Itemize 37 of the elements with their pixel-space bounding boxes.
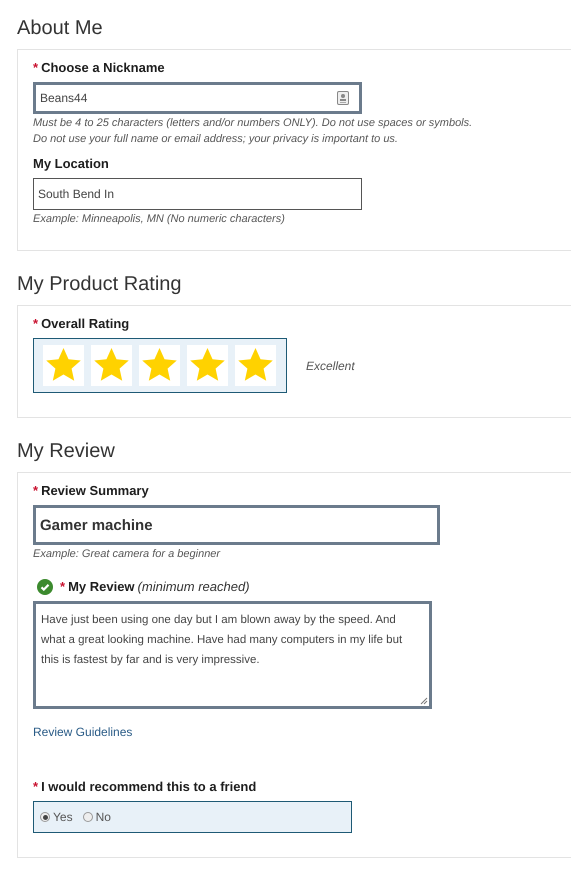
section-heading: My Product Rating <box>17 272 183 297</box>
radio-icon[interactable] <box>82 812 93 822</box>
hint-text: Example: Great camera for a beginner <box>33 548 222 561</box>
text-field[interactable]: South Bend In <box>33 178 362 210</box>
rating-text: Excellent <box>306 358 355 372</box>
hint-text: Must be 4 to 25 characters (letters and/or numbers ONLY). Do not use spaces or symbols. <box>33 117 474 130</box>
hint-text: Do not use your full name or email address; your privacy is important to us. <box>33 133 399 146</box>
radio-option[interactable]: No <box>82 810 111 824</box>
contact-card-icon[interactable] <box>337 91 349 105</box>
radio-icon[interactable] <box>40 812 50 822</box>
field-note: (minimum reached) <box>138 579 250 595</box>
star-icon[interactable] <box>93 348 130 383</box>
section-heading: About Me <box>17 16 104 41</box>
field-label: My Location <box>33 156 109 172</box>
text-area[interactable]: Have just been using one day but I am blown away by the speed. And what a great looking machine. Have had many computers in my life but this is fastest by far and is very impressive. <box>33 601 432 709</box>
required-mark: * <box>33 779 38 795</box>
section-heading: My Review <box>17 439 116 464</box>
required-mark: * <box>60 579 66 595</box>
hint-text: Example: Minneapolis, MN (No numeric characters) <box>33 213 286 226</box>
resize-grip-icon[interactable] <box>420 697 428 705</box>
text-field[interactable]: Beans44 <box>33 82 362 114</box>
star-icon[interactable] <box>189 348 226 383</box>
star-icon[interactable] <box>237 348 274 383</box>
field-label: Review Summary <box>41 483 149 499</box>
required-mark: * <box>33 483 38 499</box>
required-mark: * <box>33 60 38 76</box>
star-icon[interactable] <box>141 348 178 383</box>
field-label: My Review <box>68 579 135 595</box>
text-field[interactable]: Gamer machine <box>33 505 440 545</box>
guidelines-link[interactable]: Review Guidelines <box>33 725 132 739</box>
field-label: I would recommend this to a friend <box>41 779 256 795</box>
required-mark: * <box>33 316 38 332</box>
star-rating[interactable] <box>43 345 276 386</box>
field-label: Choose a Nickname <box>41 60 165 76</box>
field-label: Overall Rating <box>41 316 130 332</box>
star-icon[interactable] <box>45 348 82 383</box>
radio-option[interactable]: Yes <box>40 810 73 824</box>
